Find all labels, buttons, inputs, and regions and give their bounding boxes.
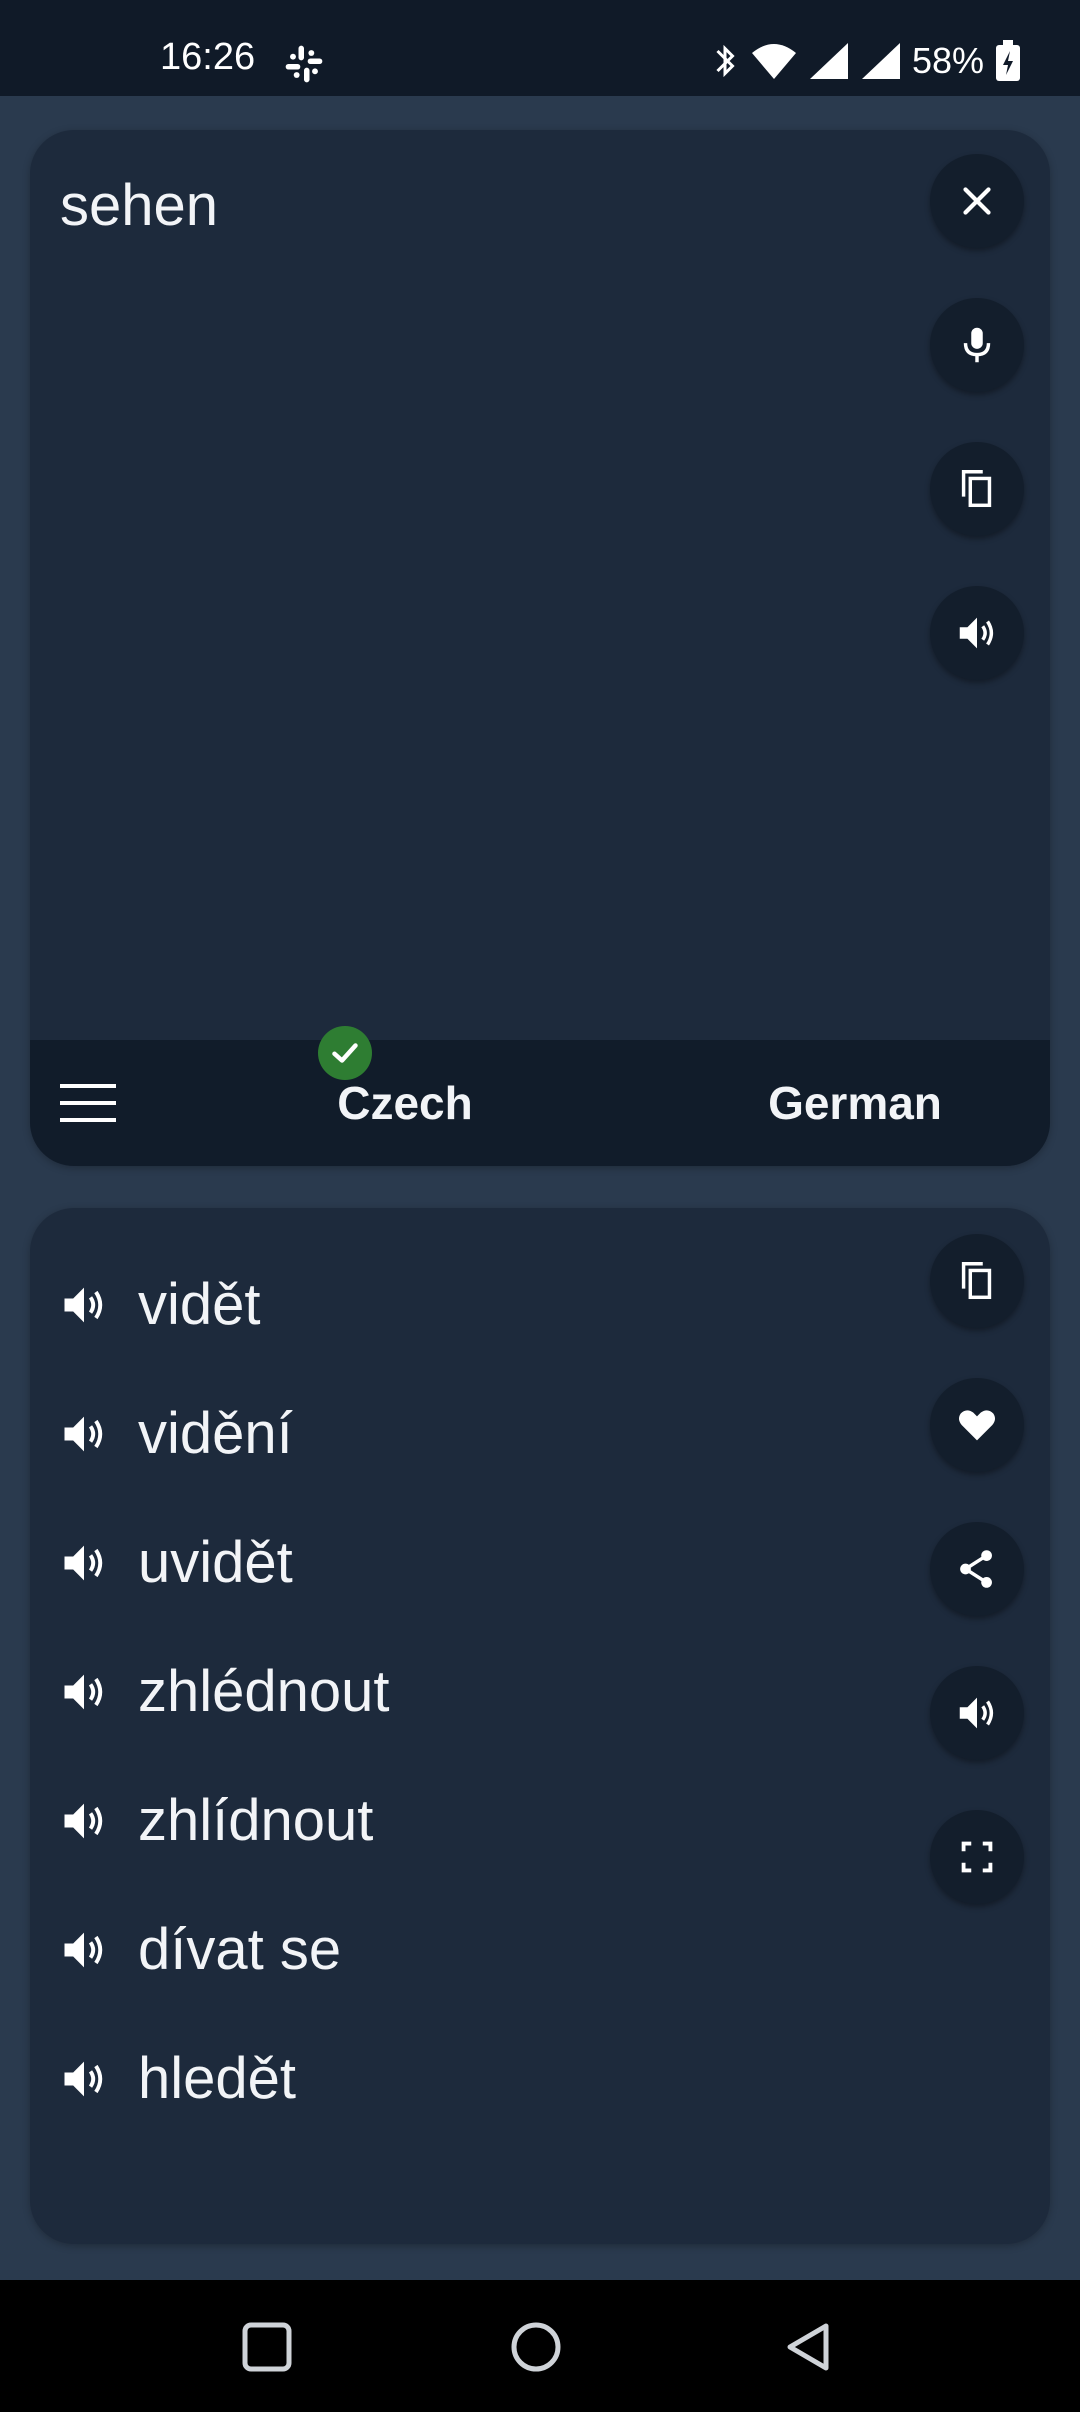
speaker-icon [959, 1697, 994, 1729]
input-card: sehen Czech German [30, 130, 1050, 1166]
translation-word: dívat se [138, 1917, 342, 1982]
speaker-icon[interactable] [58, 1924, 110, 1976]
list-item[interactable]: zhlédnout [58, 1627, 390, 1756]
mic-icon [963, 327, 991, 363]
source-text-input[interactable]: sehen [60, 172, 218, 239]
share-icon [960, 1550, 992, 1588]
check-icon [318, 1026, 372, 1080]
fullscreen-button[interactable] [930, 1810, 1024, 1904]
bluetooth-icon [716, 44, 735, 78]
list-item[interactable]: dívat se [58, 1885, 390, 2014]
results-card: vidět vidění uvidět zhlédnout zhlídnout … [30, 1208, 1050, 2244]
clear-button[interactable] [930, 154, 1024, 248]
copy-icon [961, 1262, 992, 1300]
results-list: vidět vidění uvidět zhlédnout zhlídnout … [58, 1240, 390, 2143]
target-language-button[interactable]: German [730, 1076, 980, 1130]
voice-input-button[interactable] [930, 298, 1024, 392]
status-time: 16:26 [160, 36, 256, 78]
translation-word: zhlédnout [138, 1659, 390, 1724]
favorite-button[interactable] [930, 1378, 1024, 1472]
menu-icon[interactable] [60, 1082, 118, 1124]
list-item[interactable]: vidění [58, 1369, 390, 1498]
speaker-icon[interactable] [58, 1408, 110, 1460]
copy-input-button[interactable] [930, 442, 1024, 536]
status-icons: 58% [710, 36, 1022, 86]
speak-input-button[interactable] [930, 586, 1024, 680]
recents-icon[interactable] [240, 2320, 294, 2374]
wifi-icon [751, 44, 796, 79]
speaker-icon[interactable] [58, 1795, 110, 1847]
speak-result-button[interactable] [930, 1666, 1024, 1760]
back-icon[interactable] [782, 2320, 836, 2374]
heart-icon [959, 1410, 995, 1441]
close-icon [963, 187, 991, 215]
language-bar: Czech German [30, 1040, 1050, 1166]
translation-word: hledět [138, 2046, 297, 2111]
speaker-icon [959, 617, 994, 649]
list-item[interactable]: uvidět [58, 1498, 390, 1627]
home-icon[interactable] [509, 2320, 563, 2374]
copy-result-button[interactable] [930, 1234, 1024, 1328]
translation-word: vidět [138, 1272, 261, 1337]
translation-word: uvidět [138, 1530, 293, 1595]
battery-charging-icon [996, 40, 1020, 81]
list-item[interactable]: vidět [58, 1240, 390, 1369]
list-item[interactable]: hledět [58, 2014, 390, 2143]
translation-word: zhlídnout [138, 1788, 374, 1853]
share-button[interactable] [930, 1522, 1024, 1616]
system-nav-bar [0, 2280, 1080, 2412]
signal-icon-2 [861, 43, 900, 79]
signal-icon [809, 43, 848, 79]
speaker-icon[interactable] [58, 2053, 110, 2105]
speaker-icon[interactable] [58, 1537, 110, 1589]
translation-word: vidění [138, 1401, 293, 1466]
battery-percent: 58% [911, 40, 984, 81]
source-language-button[interactable]: Czech [310, 1076, 500, 1130]
copy-icon [961, 470, 992, 508]
speaker-icon[interactable] [58, 1279, 110, 1331]
speaker-icon[interactable] [58, 1666, 110, 1718]
list-item[interactable]: zhlídnout [58, 1756, 390, 1885]
slack-icon [285, 45, 323, 83]
fullscreen-icon [961, 1841, 993, 1873]
status-bar: 16:26 58% [0, 0, 1080, 96]
